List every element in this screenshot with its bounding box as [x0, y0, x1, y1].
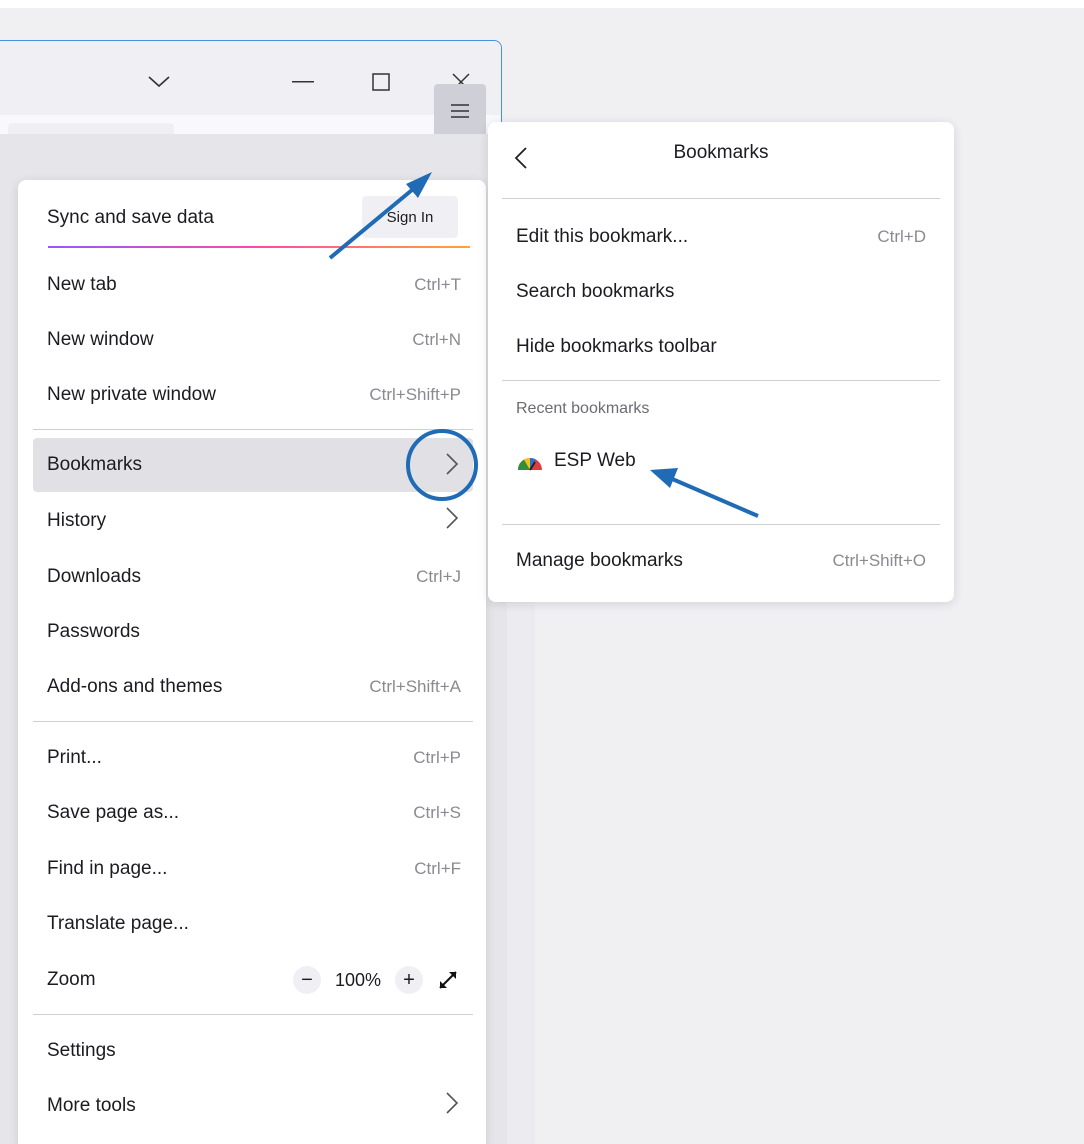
menu-item-label: Add-ons and themes: [47, 676, 223, 697]
menu-item-shortcut: Ctrl+Shift+P: [369, 385, 461, 404]
hide-bookmarks-toolbar-item[interactable]: Hide bookmarks toolbar: [502, 322, 940, 372]
menu-item-shortcut: Ctrl+N: [412, 330, 461, 349]
zoom-level[interactable]: 100%: [335, 970, 381, 991]
menu-item-label: Translate page...: [47, 913, 189, 934]
menu-separator: [502, 524, 940, 525]
menu-item-label: Zoom: [47, 969, 96, 990]
menu-separator: [502, 198, 940, 199]
menu-item-translate-page[interactable]: Translate page...: [33, 899, 473, 949]
esp-web-favicon-icon: [516, 450, 544, 472]
menu-item-label: History: [47, 510, 107, 531]
search-bookmarks-item[interactable]: Search bookmarks: [502, 267, 940, 317]
tab-list-chevron-icon[interactable]: [144, 67, 174, 97]
chevron-right-icon: [445, 506, 459, 536]
menu-item-zoom: Zoom − 100% +: [33, 955, 473, 1005]
zoom-controls: − 100% +: [292, 966, 459, 994]
menu-item-label: Hide bookmarks toolbar: [516, 336, 717, 357]
menu-separator: [33, 1014, 473, 1015]
menu-separator: [33, 721, 473, 722]
menu-item-add-ons[interactable]: Add-ons and themes Ctrl+Shift+A: [33, 662, 473, 712]
hamburger-menu-icon[interactable]: [434, 84, 486, 138]
chevron-right-icon: [445, 1091, 459, 1121]
menu-item-label: Downloads: [47, 566, 141, 587]
chevron-right-icon: [445, 452, 459, 482]
menu-item-downloads[interactable]: Downloads Ctrl+J: [33, 552, 473, 602]
menu-item-label: Settings: [47, 1040, 116, 1061]
sync-label: Sync and save data: [47, 207, 214, 228]
title-bar: [0, 41, 501, 115]
menu-item-new-private-window[interactable]: New private window Ctrl+Shift+P: [33, 370, 473, 420]
menu-item-shortcut: Ctrl+S: [413, 803, 461, 822]
menu-item-label: Find in page...: [47, 858, 168, 879]
menu-item-bookmarks[interactable]: Bookmarks: [33, 438, 473, 492]
panel-title: Bookmarks: [673, 142, 769, 163]
maximize-icon[interactable]: [366, 67, 396, 97]
menu-item-history[interactable]: History: [33, 496, 473, 546]
recent-bookmark-item[interactable]: ESP Web: [502, 436, 940, 486]
menu-item-label: Bookmarks: [47, 454, 143, 475]
recent-bookmarks-heading: Recent bookmarks: [516, 400, 650, 417]
menu-item-new-tab[interactable]: New tab Ctrl+T: [33, 260, 473, 310]
edit-bookmark-item[interactable]: Edit this bookmark... Ctrl+D: [502, 212, 940, 262]
menu-item-shortcut: Ctrl+Shift+A: [369, 677, 461, 696]
fullscreen-icon[interactable]: [437, 969, 459, 991]
menu-item-shortcut: Ctrl+D: [877, 227, 926, 246]
menu-item-label: New private window: [47, 384, 216, 405]
menu-item-shortcut: Ctrl+J: [416, 567, 461, 586]
app-menu-panel: Sync and save data Sign In New tab Ctrl+…: [18, 180, 486, 1144]
menu-item-label: ESP Web: [554, 450, 636, 471]
menu-item-more-tools[interactable]: More tools: [33, 1081, 473, 1131]
menu-item-label: More tools: [47, 1095, 136, 1116]
menu-item-label: Search bookmarks: [516, 281, 675, 302]
zoom-in-button[interactable]: +: [395, 966, 423, 994]
menu-item-shortcut: Ctrl+Shift+O: [832, 551, 926, 570]
menu-item-new-window[interactable]: New window Ctrl+N: [33, 315, 473, 365]
menu-item-label: Manage bookmarks: [516, 550, 683, 571]
menu-item-label: Print...: [47, 747, 102, 768]
menu-item-settings[interactable]: Settings: [33, 1026, 473, 1076]
bookmarks-subpanel: Bookmarks Edit this bookmark... Ctrl+D S…: [488, 122, 954, 602]
menu-item-label: New window: [47, 329, 154, 350]
menu-item-shortcut: Ctrl+P: [413, 748, 461, 767]
menu-item-find-in-page[interactable]: Find in page... Ctrl+F: [33, 844, 473, 894]
top-strip: [0, 0, 1084, 8]
menu-item-passwords[interactable]: Passwords: [33, 607, 473, 657]
menu-item-shortcut: Ctrl+F: [414, 859, 461, 878]
sign-in-button[interactable]: Sign In: [362, 196, 458, 238]
menu-item-label: New tab: [47, 274, 117, 295]
menu-item-shortcut: Ctrl+T: [414, 275, 461, 294]
menu-item-print[interactable]: Print... Ctrl+P: [33, 733, 473, 783]
minimize-icon[interactable]: [288, 67, 318, 97]
menu-separator: [33, 429, 473, 430]
menu-separator: [502, 380, 940, 381]
menu-item-save-page[interactable]: Save page as... Ctrl+S: [33, 788, 473, 838]
manage-bookmarks-item[interactable]: Manage bookmarks Ctrl+Shift+O: [502, 536, 940, 586]
menu-item-label: Edit this bookmark...: [516, 226, 689, 247]
zoom-out-button[interactable]: −: [292, 966, 321, 994]
menu-item-label: Save page as...: [47, 802, 180, 823]
sync-gradient-divider: [48, 246, 470, 248]
menu-item-label: Passwords: [47, 621, 140, 642]
